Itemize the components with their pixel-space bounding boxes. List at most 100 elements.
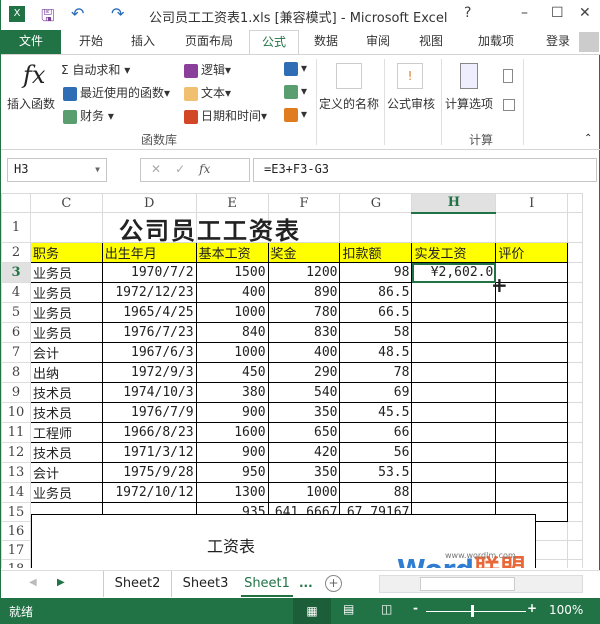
cell[interactable] (411, 342, 497, 363)
row-header-2[interactable]: 2 (1, 242, 31, 263)
cell[interactable]: 业务员 (29, 482, 103, 503)
help-button[interactable]: ? (464, 5, 471, 21)
tab-file[interactable]: 文件 (1, 30, 61, 54)
cell[interactable] (411, 422, 497, 443)
cell[interactable] (495, 422, 568, 443)
cell[interactable] (411, 212, 497, 243)
page-break-view-icon[interactable]: ◫ (381, 602, 392, 616)
cell[interactable]: 400 (267, 342, 341, 363)
tab-addins[interactable]: 加载项 (466, 30, 526, 54)
login-link[interactable]: 登录 (538, 30, 578, 54)
cell[interactable] (339, 212, 413, 243)
cell[interactable]: 380 (195, 382, 269, 403)
cell[interactable]: 45.5 (339, 402, 413, 423)
cell[interactable] (411, 402, 497, 423)
cell[interactable]: 890 (267, 282, 341, 303)
h-scroll-thumb[interactable] (420, 577, 515, 591)
column-header-G[interactable]: G (339, 193, 413, 213)
row-header-13[interactable]: 13 (1, 462, 31, 483)
row-header-12[interactable]: 12 (1, 442, 31, 463)
cell[interactable]: 400 (195, 282, 269, 303)
cell[interactable] (411, 482, 497, 503)
column-header-E[interactable]: E (195, 193, 269, 213)
header-cell[interactable]: 扣款额 (339, 242, 413, 263)
header-cell[interactable]: 评价 (495, 242, 568, 263)
cell[interactable]: 66.5 (339, 302, 413, 323)
header-cell[interactable]: 实发工资 (411, 242, 497, 263)
tab-data[interactable]: 数据 (303, 30, 349, 54)
cell[interactable]: 86.5 (339, 282, 413, 303)
formula-input[interactable]: =E3+F3-G3 (253, 158, 597, 182)
cell[interactable]: 1970/7/2 (101, 262, 197, 283)
cell[interactable]: 会计 (29, 342, 103, 363)
horizontal-scrollbar[interactable] (379, 575, 583, 593)
row-header-9[interactable]: 9 (1, 382, 31, 403)
header-cell[interactable]: 职务 (29, 242, 103, 263)
enter-icon[interactable]: ✓ (175, 162, 199, 176)
cell[interactable] (495, 212, 568, 243)
cell[interactable]: 1976/7/23 (101, 322, 197, 343)
cell[interactable]: 1966/8/23 (101, 422, 197, 443)
cell[interactable]: 1200 (267, 262, 341, 283)
cell[interactable]: 450 (195, 362, 269, 383)
cell[interactable]: 840 (195, 322, 269, 343)
undo-icon[interactable]: ↶ (71, 4, 84, 23)
cell[interactable] (495, 462, 568, 483)
row-header-6[interactable]: 6 (1, 322, 31, 343)
add-sheet-icon[interactable]: + (325, 575, 342, 592)
cell[interactable]: 88 (339, 482, 413, 503)
cell[interactable]: 会计 (29, 462, 103, 483)
row-header-15[interactable]: 15 (1, 502, 31, 522)
close-button[interactable]: ✕ (579, 5, 591, 21)
cell[interactable]: 350 (267, 462, 341, 483)
cell[interactable]: 1500 (195, 262, 269, 283)
cell[interactable]: 1000 (195, 302, 269, 323)
cell[interactable]: 780 (267, 302, 341, 323)
cell[interactable]: 1974/10/3 (101, 382, 197, 403)
redo-icon[interactable]: ↷ (111, 4, 124, 23)
cell[interactable] (29, 212, 103, 243)
next-sheet-icon[interactable]: ▶ (57, 577, 65, 588)
cell[interactable] (411, 282, 497, 303)
cell[interactable] (411, 442, 497, 463)
cell[interactable]: 1972/12/23 (101, 282, 197, 303)
cell[interactable]: 技术员 (29, 402, 103, 423)
cell[interactable] (495, 342, 568, 363)
cell[interactable]: 1965/4/25 (101, 302, 197, 323)
cell[interactable] (495, 302, 568, 323)
cell[interactable]: 1600 (195, 422, 269, 443)
row-header-7[interactable]: 7 (1, 342, 31, 363)
tab-sheet2[interactable]: Sheet2 (103, 571, 171, 597)
datetime-button[interactable]: 日期和时间▾ (184, 107, 267, 124)
more-functions-button[interactable]: ▾ (284, 107, 307, 122)
collapse-ribbon-icon[interactable]: ⌃ (584, 133, 592, 144)
cancel-icon[interactable]: ✕ (151, 162, 175, 176)
row-header-4[interactable]: 4 (1, 282, 31, 303)
zoom-in-button[interactable]: + (527, 601, 537, 615)
normal-view-icon[interactable]: ▦ (293, 598, 331, 624)
avatar[interactable] (579, 32, 599, 52)
cell[interactable]: 48.5 (339, 342, 413, 363)
logical-button[interactable]: 逻辑▾ (184, 61, 231, 78)
cell[interactable]: 技术员 (29, 382, 103, 403)
cell[interactable] (411, 382, 497, 403)
cell[interactable] (495, 382, 568, 403)
cell[interactable]: 58 (339, 322, 413, 343)
cell[interactable]: 56 (339, 442, 413, 463)
calc-options-button[interactable]: 计算选项 (445, 95, 493, 112)
cell[interactable]: 技术员 (29, 442, 103, 463)
cell[interactable]: 78 (339, 362, 413, 383)
cell[interactable] (411, 302, 497, 323)
row-header-17[interactable]: 17 (1, 540, 31, 560)
text-button[interactable]: 文本▾ (184, 84, 231, 101)
prev-sheet-icon[interactable]: ◀ (29, 577, 37, 588)
cell[interactable]: 350 (267, 402, 341, 423)
maximize-button[interactable]: ☐ (551, 5, 564, 21)
zoom-out-button[interactable]: - (413, 601, 418, 615)
more-sheets-button[interactable]: ... (299, 576, 313, 590)
cell[interactable]: 650 (267, 422, 341, 443)
insert-function-button[interactable]: 插入函数 (7, 95, 55, 112)
cell[interactable]: 98 (339, 262, 413, 283)
cell[interactable]: 工程师 (29, 422, 103, 443)
row-header-14[interactable]: 14 (1, 482, 31, 503)
